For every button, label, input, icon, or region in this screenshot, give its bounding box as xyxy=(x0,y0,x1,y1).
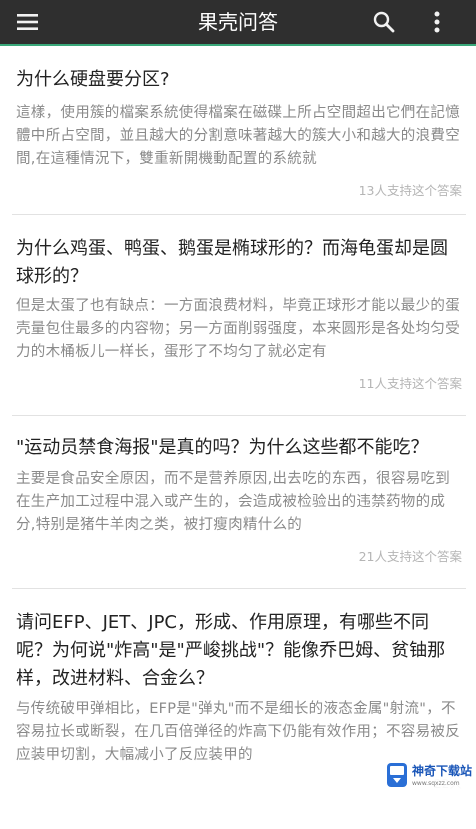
watermark-url: www.sqxzz.com xyxy=(412,780,460,787)
question-title[interactable]: 为什么鸡蛋、鸭蛋、鹅蛋是椭球形的？而海龟蛋却是圆球形的？ xyxy=(16,235,462,291)
app-title: 果壳问答 xyxy=(198,10,278,34)
watermark-name: 神奇下载站 xyxy=(412,764,473,778)
search-icon[interactable] xyxy=(372,10,396,34)
app-bar: 果壳问答 xyxy=(0,0,476,46)
support-count: 11人支持这个答案 xyxy=(358,376,462,391)
watermark-badge: 神奇下载站 www.sqxzz.com xyxy=(382,756,476,796)
answer-excerpt: 這樣，使用簇的檔案系統使得檔案在磁碟上所占空間超出它們在記憶體中所占空間，並且越… xyxy=(16,105,460,167)
support-count: 21人支持这个答案 xyxy=(358,549,462,564)
answer-excerpt: 主要是食品安全原因，而不是营养原因,出去吃的东西，很容易吃到在生产加工过程中混入… xyxy=(16,471,451,533)
support-count: 13人支持这个答案 xyxy=(358,183,462,198)
question-list: 为什么硬盘要分区? 這樣，使用簇的檔案系統使得檔案在磁碟上所占空間超出它們在記憶… xyxy=(0,46,476,829)
question-card[interactable]: "运动员禁食海报"是真的吗？为什么这些都不能吃？ 主要是食品安全原因，而不是营养… xyxy=(0,416,476,588)
more-vertical-icon[interactable] xyxy=(432,9,442,35)
question-title[interactable]: 请问EFP、JET、JPC，形成、作用原理，有哪些不同呢？为何说"炸高"是"严峻… xyxy=(16,609,462,693)
question-title[interactable]: 为什么硬盘要分区? xyxy=(16,66,462,94)
download-site-logo-icon xyxy=(386,762,408,788)
answer-excerpt: 但是太蛋了也有缺点：一方面浪费材料，毕竟正球形才能以最少的蛋壳量包住最多的内容物… xyxy=(16,298,460,360)
question-card[interactable]: 为什么鸡蛋、鸭蛋、鹅蛋是椭球形的？而海龟蛋却是圆球形的？ 但是太蛋了也有缺点：一… xyxy=(0,215,476,415)
question-card[interactable]: 为什么硬盘要分区? 這樣，使用簇的檔案系統使得檔案在磁碟上所占空間超出它們在記憶… xyxy=(0,46,476,214)
question-title[interactable]: "运动员禁食海报"是真的吗？为什么这些都不能吃？ xyxy=(16,434,462,462)
